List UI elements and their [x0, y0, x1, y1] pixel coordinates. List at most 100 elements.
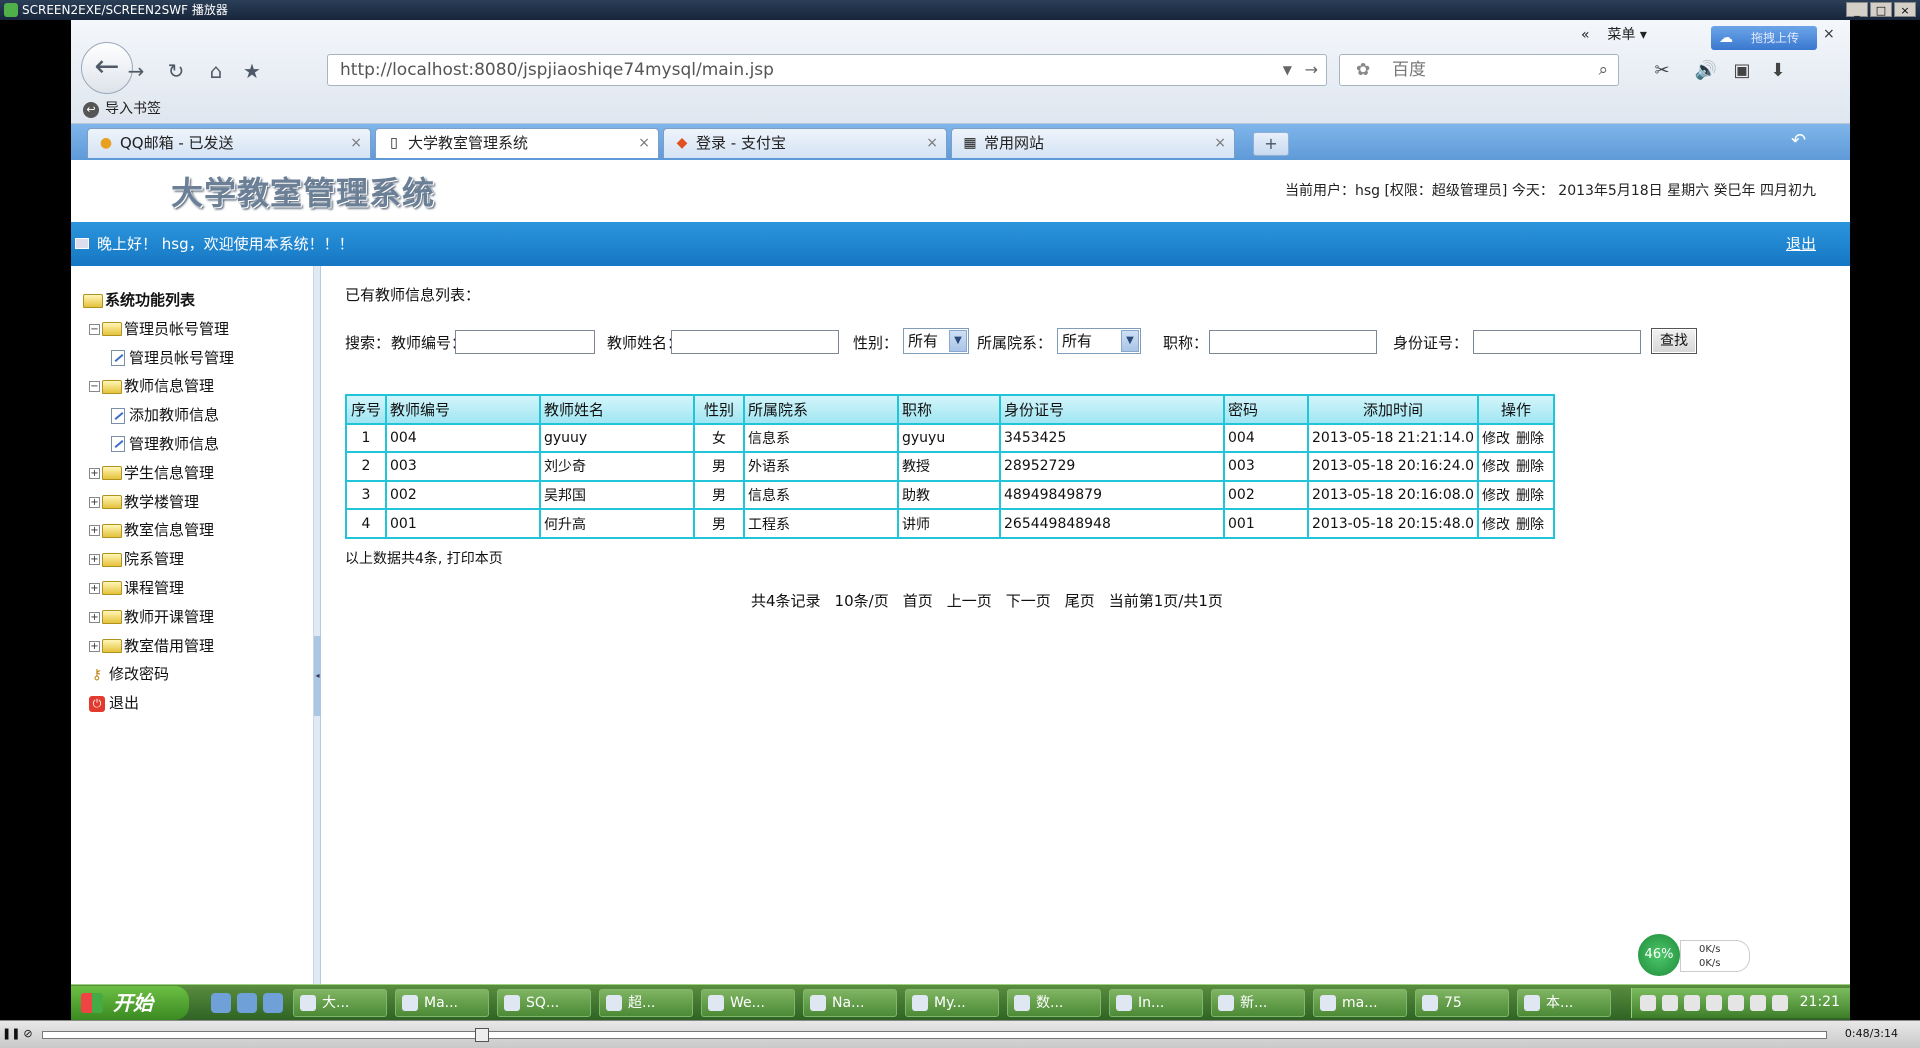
minimize-icon[interactable]: _	[1846, 2, 1868, 17]
search-button[interactable]: 查找	[1651, 328, 1697, 354]
browser-menu[interactable]: « 菜单 ▾	[1581, 24, 1647, 44]
expand-icon[interactable]: +	[89, 496, 100, 508]
seek-thumb[interactable]	[475, 1028, 489, 1042]
taskbar-item[interactable]: Na...	[803, 989, 897, 1017]
home-icon[interactable]: ⌂	[201, 56, 231, 86]
taskbar-item[interactable]: In...	[1109, 989, 1203, 1017]
ie-quicklaunch-icon[interactable]	[211, 993, 231, 1013]
pager-link[interactable]: 首页	[903, 590, 933, 611]
taskbar-item[interactable]: 75	[1415, 989, 1509, 1017]
pager-link[interactable]: 尾页	[1065, 590, 1095, 611]
sidebar-item[interactable]: − 管理员帐号管理	[83, 315, 234, 344]
sidebar-item[interactable]: + 学生信息管理	[83, 459, 234, 488]
sidebar-item[interactable]: + 课程管理	[83, 574, 234, 603]
edit-link[interactable]: 修改	[1482, 517, 1510, 533]
taskbar-item[interactable]: 数...	[1007, 989, 1101, 1017]
sidebar-item[interactable]: + 教学楼管理	[83, 488, 234, 517]
delete-link[interactable]: 删除	[1516, 488, 1544, 504]
drag-upload-button[interactable]: ☁ 拖拽上传	[1711, 26, 1817, 50]
pager-link[interactable]: 上一页	[947, 590, 992, 611]
forward-icon[interactable]: →	[121, 56, 151, 86]
tab-classroom-system[interactable]: ▯ 大学教室管理系统 ×	[375, 128, 659, 158]
taskbar-item[interactable]: SQ...	[497, 989, 591, 1017]
logout-link[interactable]: 退出	[1786, 222, 1816, 266]
tab-qq-mail[interactable]: ● QQ邮箱 - 已发送 ×	[87, 128, 371, 158]
sidebar-item[interactable]: + 教室信息管理	[83, 516, 234, 545]
expand-icon[interactable]: +	[89, 525, 100, 537]
scissors-icon[interactable]: ✂	[1647, 56, 1677, 86]
sidebar-item[interactable]: 管理员帐号管理	[83, 344, 234, 373]
taskbar-item[interactable]: 大...	[293, 989, 387, 1017]
delete-link[interactable]: 删除	[1516, 431, 1544, 447]
tab-common-sites[interactable]: ▦ 常用网站 ×	[951, 128, 1235, 158]
sidebar-item[interactable]: ⏻ 退出	[83, 689, 234, 718]
tray-app-icon[interactable]	[1662, 995, 1678, 1011]
dept-select[interactable]: 所有 ▼	[1057, 328, 1141, 354]
speed-widget[interactable]: 46% 0K/s 0K/s	[1636, 932, 1754, 978]
teacher-no-input[interactable]	[455, 330, 595, 354]
sidebar-item[interactable]: + 教师开课管理	[83, 603, 234, 632]
address-bar[interactable]: http://localhost:8080/jspjiaoshiqe74mysq…	[327, 54, 1327, 86]
edit-link[interactable]: 修改	[1482, 459, 1510, 475]
edit-link[interactable]: 修改	[1482, 488, 1510, 504]
app-quicklaunch-icon[interactable]	[263, 993, 283, 1013]
window-icon[interactable]: ▣	[1727, 56, 1757, 86]
collapse-arrow-icon[interactable]: ◂	[314, 636, 321, 716]
download-icon[interactable]: ⬇	[1763, 56, 1793, 86]
taskbar-item[interactable]: We...	[701, 989, 795, 1017]
expand-icon[interactable]: +	[89, 467, 100, 479]
bookmarks-import[interactable]: ↩ 导入书签	[83, 98, 161, 118]
sidebar-item[interactable]: 管理教师信息	[83, 430, 234, 459]
stop-icon[interactable]: ⊘	[20, 1026, 36, 1042]
star-icon[interactable]: ★	[237, 56, 267, 86]
maximize-icon[interactable]: □	[1870, 2, 1892, 17]
collapse-icon[interactable]: −	[89, 381, 100, 393]
id-input[interactable]	[1473, 330, 1641, 354]
expand-icon[interactable]: +	[89, 582, 100, 594]
collapse-icon[interactable]: «	[1581, 27, 1590, 43]
upload-close-icon[interactable]: ×	[1823, 26, 1835, 42]
edit-link[interactable]: 修改	[1482, 431, 1510, 447]
tray-app-icon[interactable]	[1684, 995, 1700, 1011]
tab-close-icon[interactable]: ×	[638, 129, 650, 157]
sidebar-item[interactable]: 添加教师信息	[83, 401, 234, 430]
gender-select[interactable]: 所有 ▼	[903, 328, 969, 354]
tab-alipay[interactable]: ◆ 登录 - 支付宝 ×	[663, 128, 947, 158]
tray-app-icon[interactable]	[1772, 995, 1788, 1011]
taskbar-item[interactable]: 新...	[1211, 989, 1305, 1017]
pause-icon[interactable]: ❚❚	[2, 1026, 20, 1042]
collapse-icon[interactable]: −	[89, 323, 100, 335]
tab-close-icon[interactable]: ×	[926, 129, 938, 157]
title-input[interactable]	[1209, 330, 1377, 354]
tab-close-icon[interactable]: ×	[350, 129, 362, 157]
new-tab-button[interactable]: +	[1253, 132, 1289, 156]
taskbar-item[interactable]: ma...	[1313, 989, 1407, 1017]
tray-app-icon[interactable]	[1706, 995, 1722, 1011]
start-button[interactable]: 开始	[71, 986, 189, 1020]
search-icon[interactable]: ⌕	[1598, 55, 1608, 85]
expand-icon[interactable]: +	[89, 554, 100, 566]
taskbar-item[interactable]: My...	[905, 989, 999, 1017]
sidebar-item[interactable]: + 教室借用管理	[83, 632, 234, 661]
sidebar-toggle[interactable]: ◂	[314, 266, 321, 1020]
sidebar-item[interactable]: 系统功能列表	[83, 286, 234, 315]
taskbar-item[interactable]: 超...	[599, 989, 693, 1017]
tab-close-icon[interactable]: ×	[1214, 129, 1226, 157]
delete-link[interactable]: 删除	[1516, 459, 1544, 475]
keyboard-icon[interactable]	[1640, 995, 1656, 1011]
tray-app-icon[interactable]	[1728, 995, 1744, 1011]
sidebar-item[interactable]: − 教师信息管理	[83, 372, 234, 401]
sidebar-item[interactable]: ⚷ 修改密码	[83, 660, 234, 689]
taskbar-item[interactable]: Ma...	[395, 989, 489, 1017]
taskbar-item[interactable]: 本...	[1517, 989, 1611, 1017]
expand-icon[interactable]: +	[89, 611, 100, 623]
sidebar-item[interactable]: + 院系管理	[83, 545, 234, 574]
refresh-icon[interactable]: ↻	[161, 56, 191, 86]
undo-close-icon[interactable]: ↶	[1791, 130, 1806, 151]
close-icon[interactable]: ×	[1894, 2, 1916, 17]
pager-link[interactable]: 下一页	[1006, 590, 1051, 611]
delete-link[interactable]: 删除	[1516, 517, 1544, 533]
search-box[interactable]: ✿ 百度 ⌕	[1339, 54, 1619, 86]
seek-bar[interactable]	[42, 1031, 1827, 1039]
speaker-icon[interactable]: 🔊	[1691, 56, 1721, 86]
